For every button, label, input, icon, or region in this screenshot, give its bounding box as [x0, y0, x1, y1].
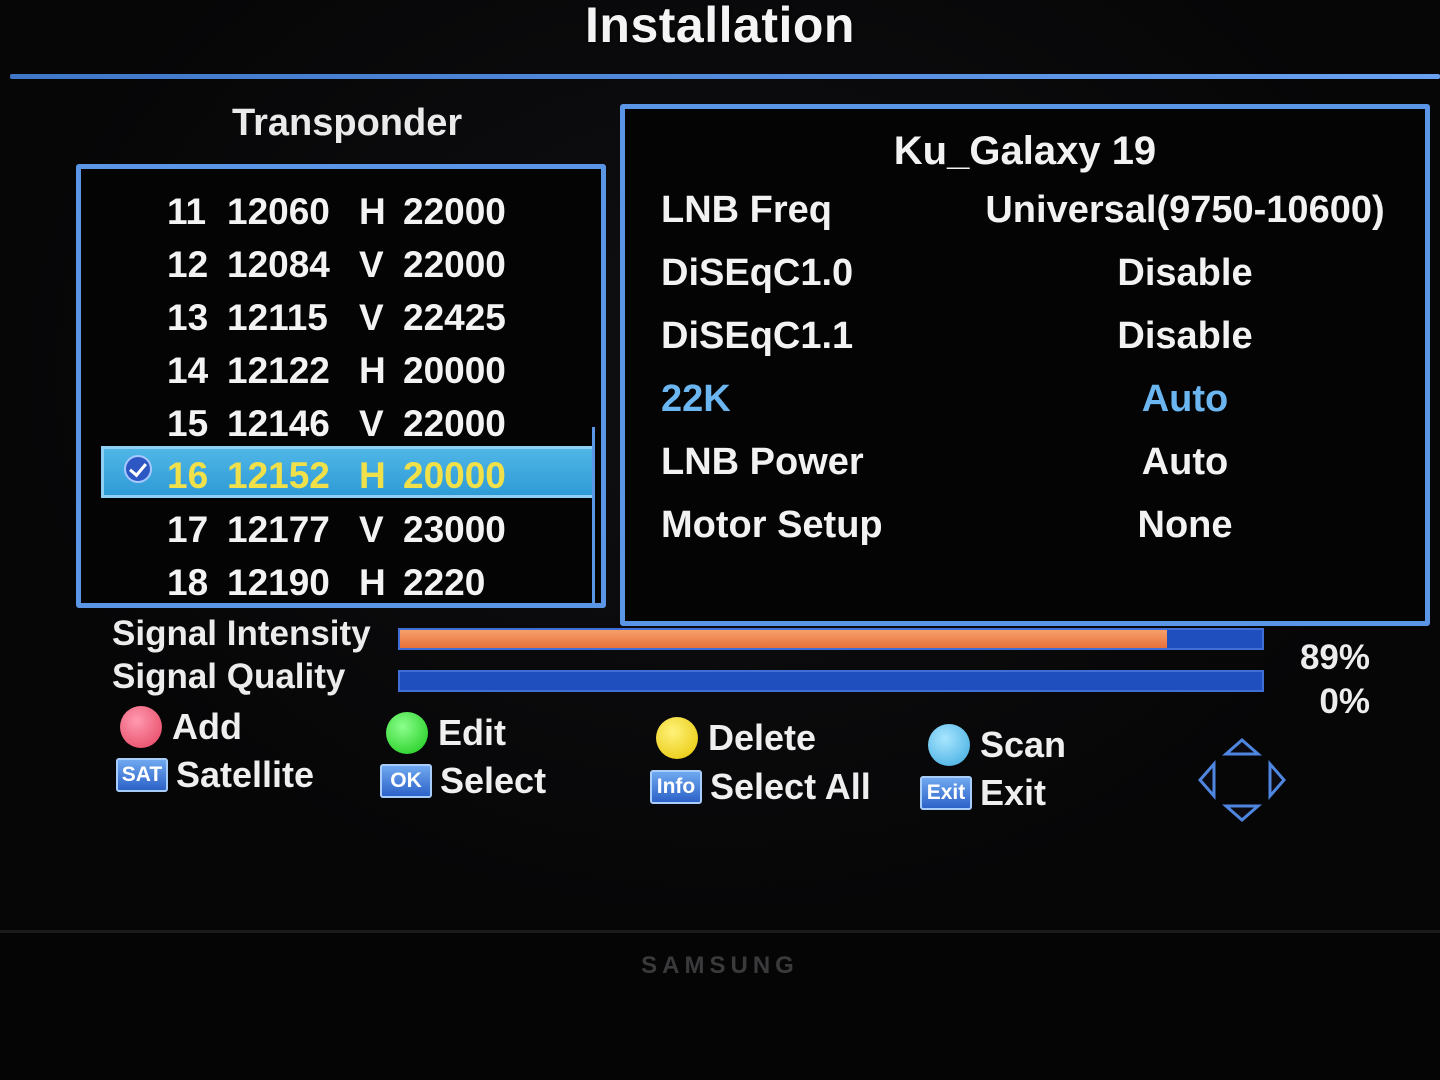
- select-label: Select: [440, 760, 547, 801]
- transponder-frequency: 12084: [227, 244, 330, 285]
- transponder-heading: Transponder: [232, 102, 463, 144]
- setting-label: 22K: [661, 378, 731, 420]
- setting-label: LNB Freq: [661, 189, 832, 231]
- transponder-index: 13: [167, 297, 209, 338]
- transponder-frequency: 12060: [227, 191, 330, 232]
- satellite-name: Ku_Galaxy 19: [893, 129, 1157, 173]
- transponder-row[interactable]: 11 12060 H 22000: [81, 185, 601, 237]
- transponder-index: 17: [167, 509, 209, 550]
- transponder-frequency: 12122: [227, 350, 330, 391]
- setting-row[interactable]: LNB Freq Universal(9750-10600): [625, 189, 1425, 249]
- signal-intensity-fill: [400, 630, 1168, 648]
- satellite-settings-panel: Ku_Galaxy 19 LNB Freq Universal(9750-1060…: [620, 104, 1430, 626]
- transponder-polarization: V: [359, 509, 384, 550]
- signal-intensity-label: Signal Intensity: [112, 614, 371, 653]
- transponder-index: 15: [167, 403, 209, 444]
- transponder-row[interactable]: 17 12177 V 23000: [81, 503, 601, 555]
- signal-intensity-percent: 89%: [1299, 638, 1370, 677]
- transponder-index: 14: [167, 350, 209, 391]
- exit-label: Exit: [980, 772, 1047, 813]
- setting-label: LNB Power: [661, 441, 864, 483]
- blue-button-icon: [928, 724, 970, 766]
- setting-value[interactable]: Universal(9750-10600): [965, 189, 1405, 232]
- transponder-index: 16: [167, 455, 209, 496]
- transponder-index: 18: [167, 562, 209, 603]
- transponder-symbol-rate: 2220: [403, 562, 486, 603]
- satellite-label: Satellite: [176, 754, 315, 795]
- red-button-icon: [120, 706, 162, 748]
- scan-label: Scan: [980, 724, 1067, 765]
- add-label: Add: [172, 706, 242, 747]
- sat-key-icon: SAT: [116, 758, 168, 792]
- setting-value[interactable]: Disable: [965, 315, 1405, 358]
- setting-row[interactable]: DiSEqC1.0 Disable: [625, 252, 1425, 312]
- setting-row[interactable]: DiSEqC1.1 Disable: [625, 315, 1425, 375]
- ok-key-icon: OK: [380, 764, 432, 798]
- info-key-icon: Info: [650, 770, 702, 804]
- exit-key-icon: Exit: [920, 776, 972, 810]
- transponder-row[interactable]: 12 12084 V 22000: [81, 238, 601, 290]
- tv-screen: Installation Transponder 11 12060 H 22000 12…: [0, 0, 1440, 930]
- transponder-row[interactable]: 16 12152 H 20000: [101, 446, 595, 498]
- transponder-symbol-rate: 20000: [403, 350, 506, 391]
- transponder-polarization: V: [359, 403, 384, 444]
- transponder-row[interactable]: 18 12190 H 2220: [81, 556, 601, 608]
- setting-row[interactable]: 22K Auto: [625, 378, 1425, 438]
- checkmark-icon: [124, 455, 152, 483]
- monitor-brand-logo: SAMSUNG: [641, 952, 799, 979]
- setting-value[interactable]: Auto: [965, 378, 1405, 421]
- transponder-scrollbar[interactable]: [592, 427, 595, 607]
- transponder-row[interactable]: 14 12122 H 20000: [81, 344, 601, 396]
- setting-row[interactable]: Motor Setup None: [625, 504, 1425, 564]
- navigation-arrows-icon: [1198, 738, 1286, 822]
- transponder-symbol-rate: 22425: [403, 297, 506, 338]
- transponder-list[interactable]: 11 12060 H 22000 12 12084 V 22000 13 12115 V 22425 1…: [76, 164, 606, 608]
- transponder-frequency: 12177: [227, 509, 330, 550]
- setting-value[interactable]: Disable: [965, 252, 1405, 295]
- yellow-button-icon: [656, 717, 698, 759]
- transponder-symbol-rate: 22000: [403, 191, 506, 232]
- transponder-row[interactable]: 13 12115 V 22425: [81, 291, 601, 343]
- transponder-polarization: H: [359, 455, 386, 496]
- transponder-frequency: 12115: [227, 297, 328, 338]
- transponder-polarization: H: [359, 350, 386, 391]
- edit-label: Edit: [438, 712, 506, 753]
- setting-value[interactable]: Auto: [965, 441, 1405, 484]
- transponder-row[interactable]: 15 12146 V 22000: [81, 397, 601, 449]
- select-all-label: Select All: [710, 766, 871, 807]
- page-title: Installation: [585, 0, 855, 53]
- monitor-bezel: [0, 930, 1440, 933]
- title-divider: [10, 74, 1440, 79]
- signal-quality-label: Signal Quality: [112, 657, 346, 696]
- transponder-symbol-rate: 23000: [403, 509, 506, 550]
- setting-value[interactable]: None: [965, 504, 1405, 547]
- setting-label: DiSEqC1.0: [661, 252, 854, 294]
- setting-label: Motor Setup: [661, 504, 883, 546]
- signal-intensity-bar: [398, 628, 1264, 650]
- transponder-index: 11: [167, 191, 207, 232]
- transponder-polarization: V: [359, 244, 384, 285]
- transponder-frequency: 12146: [227, 403, 330, 444]
- transponder-index: 12: [167, 244, 209, 285]
- transponder-polarization: V: [359, 297, 384, 338]
- transponder-frequency: 12190: [227, 562, 330, 603]
- transponder-frequency: 12152: [227, 455, 330, 496]
- transponder-symbol-rate: 20000: [403, 455, 506, 496]
- transponder-symbol-rate: 22000: [403, 403, 506, 444]
- transponder-polarization: H: [359, 562, 386, 603]
- transponder-polarization: H: [359, 191, 386, 232]
- signal-quality-bar: [398, 670, 1264, 692]
- setting-label: DiSEqC1.1: [661, 315, 854, 357]
- transponder-symbol-rate: 22000: [403, 244, 506, 285]
- signal-quality-percent: 0%: [1319, 682, 1370, 721]
- green-button-icon: [386, 712, 428, 754]
- setting-row[interactable]: LNB Power Auto: [625, 441, 1425, 501]
- delete-label: Delete: [708, 717, 817, 758]
